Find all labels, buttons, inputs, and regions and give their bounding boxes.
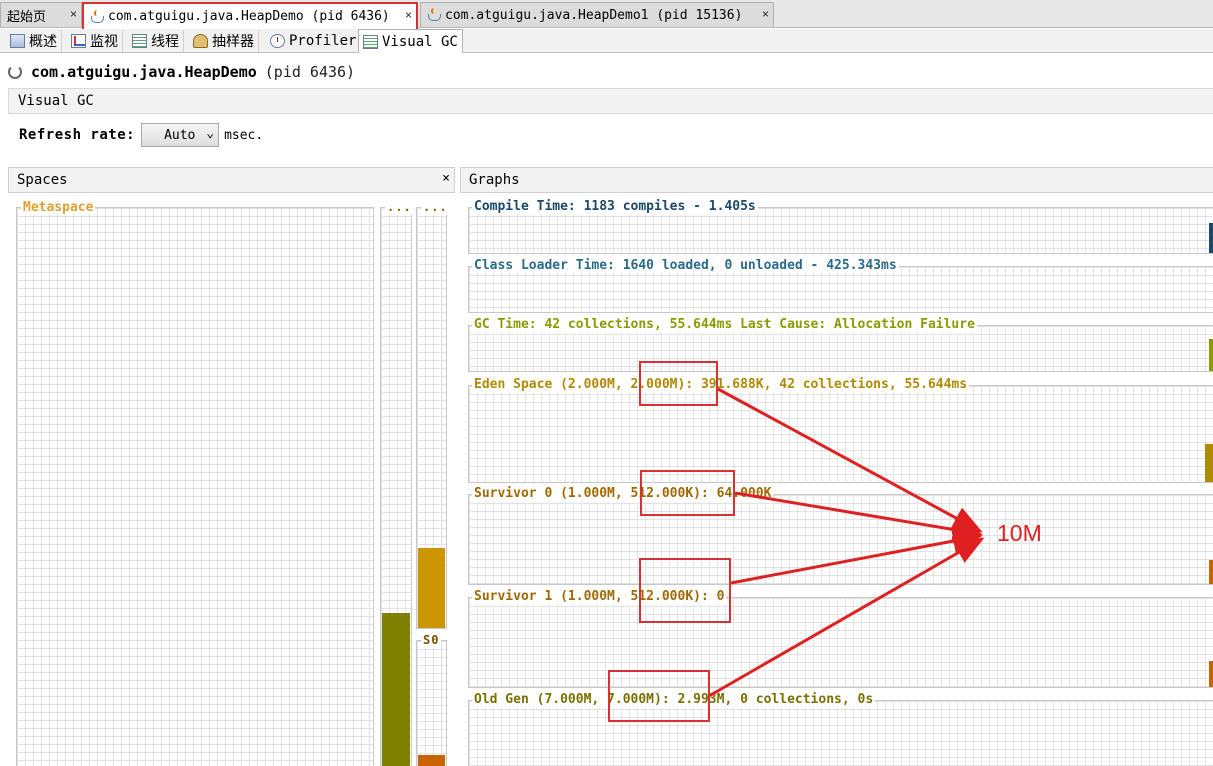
tab-overview[interactable]: 概述 [6,30,62,52]
old-gen-space-label: ... [385,200,414,215]
tab-heapdemo[interactable]: com.atguigu.java.HeapDemo (pid 6436) × [82,2,418,29]
survivor0-spike [1209,560,1213,584]
tab-label: 概述 [29,33,57,49]
tab-label: Profiler [289,33,357,49]
sampler-icon [193,34,208,48]
survivor0-usage-fill [418,755,445,766]
spaces-title: Spaces [17,172,68,188]
java-icon [427,8,441,22]
tab-label: 线程 [151,33,179,49]
threads-icon [132,34,147,48]
eden-space-graph-label: Eden Space (2.000M, 2.000M): 391.688K, 4… [472,377,970,393]
application-pid: (pid 6436) [264,63,356,81]
refresh-rate-label: Refresh rate: [19,127,136,143]
tab-sampler[interactable]: 抽样器 [189,30,259,52]
visual-gc-title: Visual GC [18,93,94,109]
old-gen-usage-fill [382,613,410,766]
view-tab-strip: 概述 监视 线程 抽样器 Profiler Visual GC [0,29,1213,53]
profiler-icon [270,34,285,48]
gc-time-spike [1209,339,1213,371]
tab-label: 监视 [90,33,118,49]
survivor0-graph: Survivor 0 (1.000M, 512.000K): 64.000K [468,486,1213,585]
tab-label: com.atguigu.java.HeapDemo (pid 6436) [108,9,390,24]
old-gen-graph-label: Old Gen (7.000M, 7.000M): 2.993M, 0 coll… [472,692,876,708]
close-icon[interactable]: × [70,7,77,21]
class-loader-time-label: Class Loader Time: 1640 loaded, 0 unload… [472,258,899,274]
survivor1-spike [1209,661,1213,687]
gc-time-graph: GC Time: 42 collections, 55.644ms Last C… [468,317,1213,372]
visual-gc-icon [363,34,378,49]
total-heap-annotation: 10M [997,520,1042,546]
survivor0-space-bar: S0 [416,633,447,766]
old-gen-graph: Old Gen (7.000M, 7.000M): 2.993M, 0 coll… [468,692,1213,766]
eden-space-label: ... [421,200,450,215]
graphs-title: Graphs [469,172,520,188]
eden-space-bar: ... [416,200,450,629]
refresh-rate-row: Refresh rate: Auto ⌄ msec. [19,123,263,147]
survivor0-space-label: S0 [421,633,442,648]
refresh-rate-value: Auto [164,127,196,143]
compile-time-label: Compile Time: 1183 compiles - 1.405s [472,199,758,215]
tab-label: 起始页 [7,8,47,24]
tab-label: Visual GC [382,33,458,50]
close-icon[interactable]: × [442,171,450,186]
tab-heapdemo1[interactable]: com.atguigu.java.HeapDemo1 (pid 15136) × [420,2,774,27]
compile-time-spike [1209,223,1213,253]
document-tab-strip: 起始页 × com.atguigu.java.HeapDemo (pid 643… [0,0,1213,29]
refresh-rate-unit: msec. [224,127,264,143]
tab-label: 抽样器 [212,33,254,49]
tab-threads[interactable]: 线程 [128,30,184,52]
class-loader-time-graph: Class Loader Time: 1640 loaded, 0 unload… [468,258,1213,313]
overview-icon [10,34,25,48]
chevron-down-icon: ⌄ [206,126,215,141]
tab-start-page[interactable]: 起始页 × [0,2,82,27]
eden-usage-fill [418,548,445,628]
tab-label: com.atguigu.java.HeapDemo1 (pid 15136) [445,7,743,23]
close-icon[interactable]: × [405,8,412,22]
survivor1-graph: Survivor 1 (1.000M, 512.000K): 0 [468,589,1213,688]
gc-time-label: GC Time: 42 collections, 55.644ms Last C… [472,317,977,333]
eden-space-graph: Eden Space (2.000M, 2.000M): 391.688K, 4… [468,377,1213,483]
graphs-panel-header: Graphs [460,167,1213,193]
compile-time-graph: Compile Time: 1183 compiles - 1.405s [468,199,1213,254]
survivor0-graph-label: Survivor 0 (1.000M, 512.000K): 64.000K [472,486,774,502]
refresh-rate-select[interactable]: Auto ⌄ [141,123,220,147]
metaspace-label: Metaspace [21,200,96,215]
survivor1-graph-label: Survivor 1 (1.000M, 512.000K): 0 [472,589,727,605]
application-header: com.atguigu.java.HeapDemo (pid 6436) [8,60,355,84]
tab-monitor[interactable]: 监视 [67,30,123,52]
loading-spinner-icon [8,65,22,79]
eden-space-spike [1205,444,1213,482]
java-icon [90,9,104,24]
application-title: com.atguigu.java.HeapDemo [31,63,257,81]
spaces-panel-header: Spaces × [8,167,455,193]
metaspace-area: Metaspace [16,200,374,766]
tab-visual-gc[interactable]: Visual GC [358,29,463,53]
tab-profiler[interactable]: Profiler [266,30,362,52]
monitor-icon [71,34,86,48]
close-icon[interactable]: × [762,7,769,21]
visual-gc-title-strip: Visual GC [8,88,1213,114]
old-gen-space-bar: ... [380,200,414,766]
